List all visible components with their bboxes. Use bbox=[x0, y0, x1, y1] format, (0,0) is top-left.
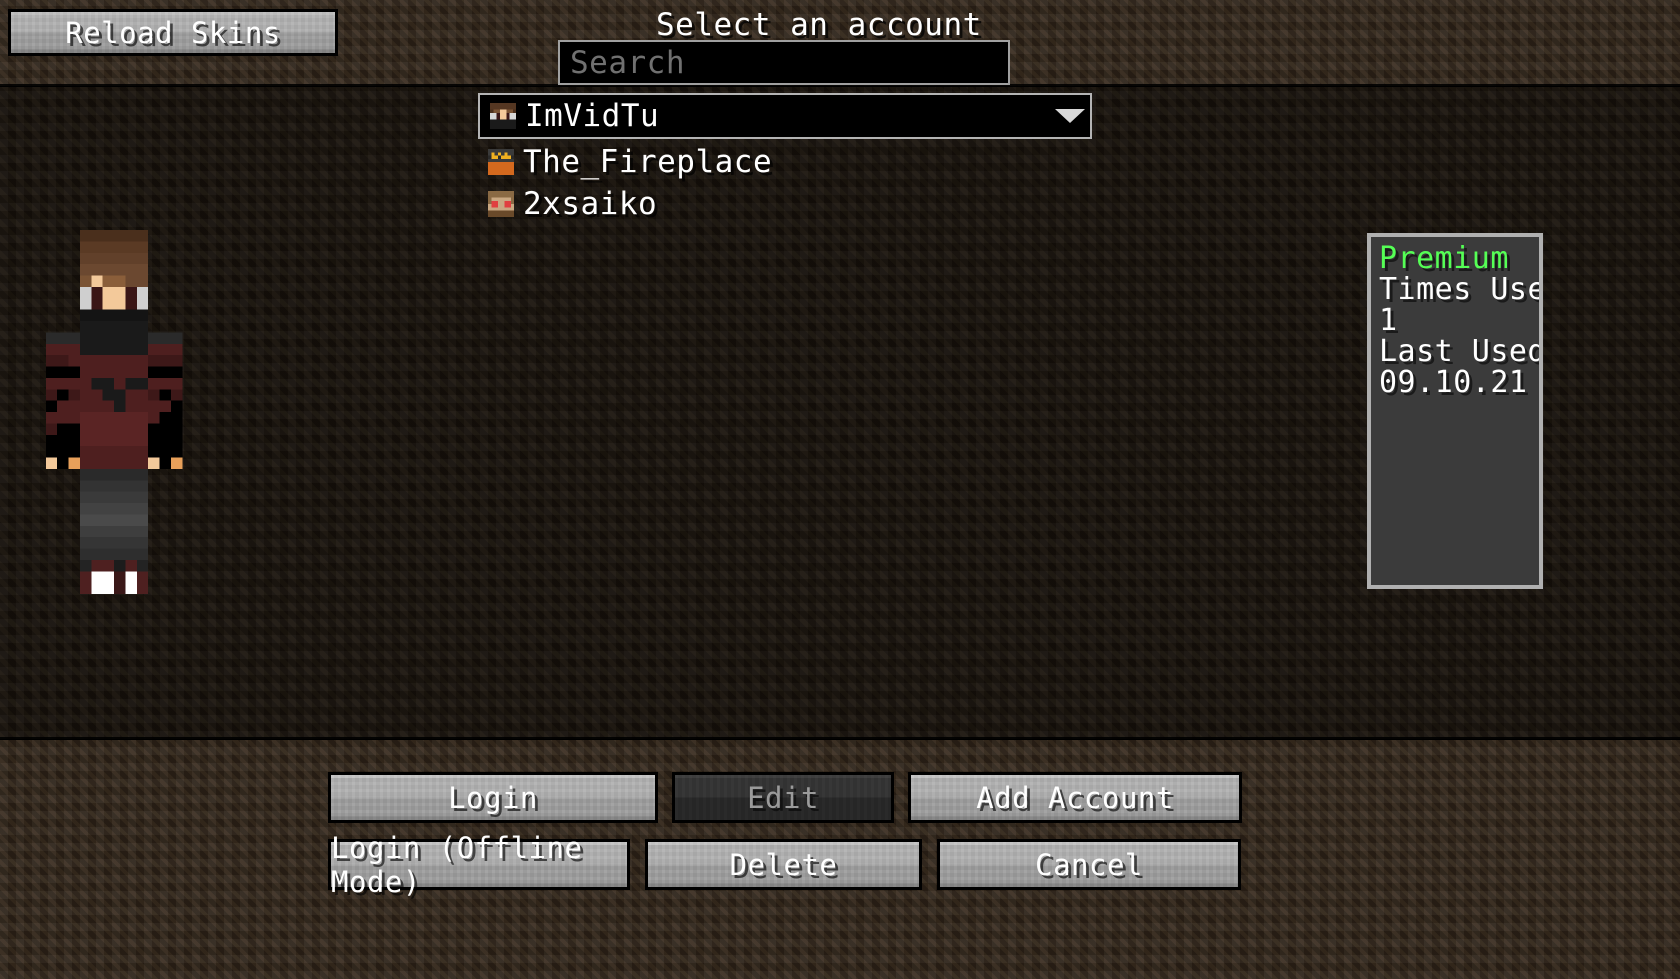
login-label: Login bbox=[448, 780, 538, 815]
add-account-button[interactable]: Add Account bbox=[908, 772, 1242, 823]
account-status-badge: Premium bbox=[1379, 241, 1509, 276]
account-list: ImVidTu The_Fireplace 2xsaiko bbox=[478, 93, 1092, 226]
account-list-item-2xsaiko[interactable]: 2xsaiko bbox=[478, 182, 1092, 226]
chevron-down-icon[interactable] bbox=[1055, 109, 1085, 123]
imvidtu-face-icon bbox=[490, 103, 516, 129]
account-name: 2xsaiko bbox=[523, 186, 658, 222]
cancel-button[interactable]: Cancel bbox=[937, 839, 1241, 890]
page-title: Select an account bbox=[656, 7, 982, 43]
times-used-value: 1 bbox=[1379, 303, 1398, 338]
search-placeholder: Search bbox=[570, 44, 685, 81]
search-input[interactable]: Search bbox=[558, 40, 1010, 85]
delete-button[interactable]: Delete bbox=[645, 839, 922, 890]
cancel-label: Cancel bbox=[1035, 847, 1143, 882]
times-used-label: Times Used: bbox=[1379, 272, 1539, 307]
account-list-item-imvidtu[interactable]: ImVidTu bbox=[478, 93, 1092, 139]
the-fireplace-face-icon bbox=[488, 149, 514, 175]
reload-skins-label: Reload Skins bbox=[65, 15, 281, 50]
account-info-panel: Premium Times Used: 1 Last Used: 09.10.2… bbox=[1367, 233, 1543, 589]
add-account-label: Add Account bbox=[976, 780, 1174, 815]
2xsaiko-face-icon bbox=[488, 191, 514, 217]
reload-skins-button[interactable]: Reload Skins bbox=[8, 9, 338, 56]
login-offline-label: Login (Offline Mode) bbox=[331, 830, 583, 899]
last-used-value: 09.10.21 bbox=[1379, 365, 1528, 400]
minecraft-account-selection-screen: Reload Skins Select an account Search Im… bbox=[0, 0, 1680, 979]
edit-button: Edit bbox=[672, 772, 894, 823]
account-name: ImVidTu bbox=[525, 98, 660, 134]
login-button[interactable]: Login bbox=[328, 772, 658, 823]
account-name: The_Fireplace bbox=[523, 144, 773, 180]
player-skin-preview bbox=[45, 230, 183, 594]
delete-label: Delete bbox=[729, 847, 838, 882]
login-offline-mode-button[interactable]: Login (Offline Mode) bbox=[328, 831, 630, 899]
account-list-item-the-fireplace[interactable]: The_Fireplace bbox=[478, 140, 1092, 184]
last-used-label: Last Used: bbox=[1379, 334, 1539, 369]
edit-label: Edit bbox=[747, 780, 819, 815]
